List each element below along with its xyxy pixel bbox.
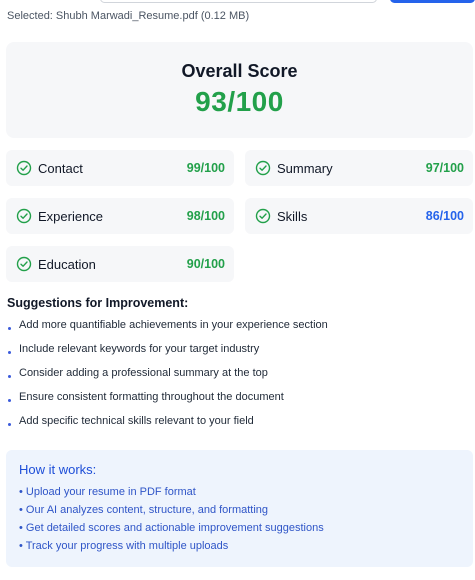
bullet-dot-icon [8, 375, 11, 378]
score-card-value: 86/100 [425, 209, 464, 223]
score-card-education: Education 90/100 [6, 246, 234, 282]
suggestion-item: Ensure consistent formatting throughout … [7, 390, 467, 414]
score-card-label: Education [38, 256, 96, 272]
how-it-works-item: • Get detailed scores and actionable imp… [19, 522, 324, 534]
overall-score-value: 93/100 [195, 86, 284, 117]
score-card-summary: Summary 97/100 [245, 150, 473, 186]
how-it-works-panel: How it works: • Upload your resume in PD… [6, 450, 473, 567]
overall-score-panel: Overall Score 93/100 [6, 42, 473, 138]
bullet-dot-icon [8, 423, 11, 426]
check-circle-icon [16, 160, 32, 176]
upload-button[interactable] [390, 0, 475, 3]
suggestions-title: Suggestions for Improvement: [7, 296, 189, 310]
score-card-experience: Experience 98/100 [6, 198, 234, 234]
score-card-skills: Skills 86/100 [245, 198, 473, 234]
bullet-dot-icon [8, 399, 11, 402]
suggestion-text: Include relevant keywords for your targe… [19, 343, 260, 355]
overall-score-title: Overall Score [181, 61, 298, 81]
check-circle-icon [16, 256, 32, 272]
check-circle-icon [255, 160, 271, 176]
suggestion-text: Consider adding a professional summary a… [19, 367, 268, 379]
how-it-works-list: • Upload your resume in PDF format • Our… [19, 485, 473, 557]
score-card-label: Contact [38, 160, 83, 176]
suggestions-list: Add more quantifiable achievements in yo… [7, 318, 467, 438]
suggestion-text: Ensure consistent formatting throughout … [19, 391, 284, 403]
how-it-works-item: • Upload your resume in PDF format [19, 486, 196, 498]
suggestion-item: Include relevant keywords for your targe… [7, 342, 467, 366]
file-input[interactable] [100, 0, 377, 3]
score-card-contact: Contact 99/100 [6, 150, 234, 186]
how-it-works-item: • Our AI analyzes content, structure, an… [19, 504, 269, 516]
score-card-label: Skills [277, 208, 308, 224]
bullet-dot-icon [8, 351, 11, 354]
score-card-value: 99/100 [186, 161, 225, 175]
bullet-dot-icon [8, 327, 11, 330]
score-card-value: 97/100 [425, 161, 464, 175]
suggestion-item: Add more quantifiable achievements in yo… [7, 318, 467, 342]
check-circle-icon [255, 208, 271, 224]
score-card-label: Summary [277, 160, 333, 176]
upload-bar [0, 0, 475, 6]
score-card-value: 90/100 [186, 257, 225, 271]
suggestion-item: Consider adding a professional summary a… [7, 366, 467, 390]
suggestion-item: Add specific technical skills relevant t… [7, 414, 467, 438]
how-it-works-title: How it works: [19, 462, 97, 477]
suggestion-text: Add more quantifiable achievements in yo… [19, 319, 328, 331]
score-card-label: Experience [38, 208, 104, 224]
suggestion-text: Add specific technical skills relevant t… [19, 415, 254, 427]
selected-file-text: Selected: Shubh Marwadi_Resume.pdf (0.12… [7, 10, 250, 22]
score-card-value: 98/100 [186, 209, 225, 223]
how-it-works-item: • Track your progress with multiple uplo… [19, 540, 229, 552]
check-circle-icon [16, 208, 32, 224]
